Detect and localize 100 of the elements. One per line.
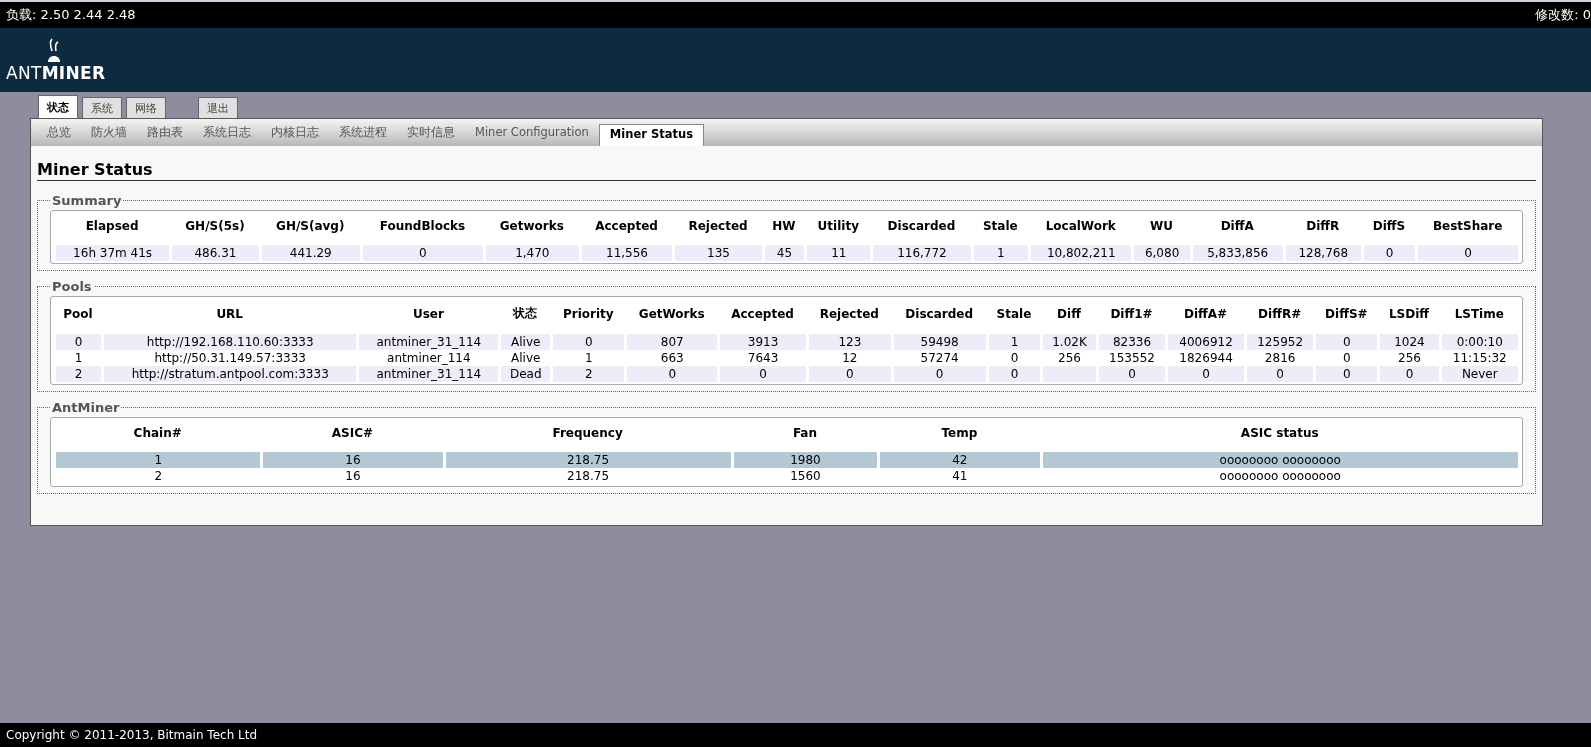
- column-header: Accepted: [730, 305, 795, 323]
- table-cell: 0: [626, 366, 718, 382]
- table-cell: 1: [55, 452, 261, 468]
- table-cell: antminer_31_114: [358, 366, 499, 382]
- logo-text: ANTMINER: [6, 63, 106, 83]
- column-header: GH/S(avg): [275, 218, 346, 235]
- column-header: Getworks: [498, 218, 565, 235]
- table-cell: 0: [552, 334, 625, 350]
- main-tab[interactable]: 退出: [198, 97, 238, 118]
- table-cell: 116,772: [872, 245, 971, 261]
- sub-tab[interactable]: 实时信息: [397, 124, 465, 146]
- table-cell: 125952: [1245, 334, 1314, 350]
- sub-tab[interactable]: 防火墙: [81, 124, 137, 146]
- table-cell: 0: [361, 245, 484, 261]
- column-header: Discarded: [904, 305, 974, 323]
- column-header: DiffA#: [1183, 305, 1229, 323]
- table-cell: 0: [892, 366, 986, 382]
- sub-tab[interactable]: 总览: [37, 124, 81, 146]
- sub-tab[interactable]: 系统进程: [329, 124, 397, 146]
- table-cell: 11: [806, 245, 871, 261]
- column-header: Utility: [816, 218, 860, 235]
- column-header: Diff1#: [1109, 305, 1154, 323]
- table-cell: 0:00:10: [1440, 334, 1518, 350]
- table-cell: http://192.168.110.60:3333: [103, 334, 357, 350]
- table-cell: 0: [1417, 245, 1518, 261]
- load-average: 负载: 2.50 2.44 2.48: [6, 6, 136, 24]
- column-header: User: [411, 305, 445, 323]
- column-header: DiffR#: [1257, 305, 1303, 323]
- column-header: Stale: [995, 305, 1033, 323]
- table-cell: 4006912: [1167, 334, 1244, 350]
- table-cell: 2: [552, 366, 625, 382]
- column-header: Diff: [1056, 305, 1082, 323]
- column-header: LSTime: [1453, 305, 1505, 323]
- column-header: GH/S(5s): [184, 218, 246, 235]
- table-cell: 0: [719, 366, 807, 382]
- copyright-text: Copyright © 2011-2013, Bitmain Tech Ltd: [6, 728, 258, 742]
- sub-tab[interactable]: 系统日志: [193, 124, 261, 146]
- sub-tab[interactable]: Miner Configuration: [465, 124, 599, 146]
- table-cell: 0: [1097, 366, 1166, 382]
- table-cell: 11,556: [580, 245, 673, 261]
- column-header: Elapsed: [84, 218, 140, 235]
- table-cell: 6,080: [1133, 245, 1190, 261]
- table-cell: 1.02K: [1042, 334, 1096, 350]
- column-header: FoundBlocks: [378, 218, 467, 235]
- main-tab[interactable]: 状态: [38, 95, 78, 118]
- table-cell: 1: [987, 334, 1041, 350]
- column-header: Stale: [981, 218, 1019, 235]
- table-cell: 0: [987, 366, 1041, 382]
- main-tab[interactable]: 网络: [126, 97, 166, 118]
- table-cell: 10,802,211: [1030, 245, 1132, 261]
- page-title: Miner Status: [37, 160, 1536, 181]
- table-cell: 218.75: [444, 452, 731, 468]
- column-header: Frequency: [551, 425, 624, 442]
- table-cell: 0: [1315, 334, 1378, 350]
- table-cell: Never: [1440, 366, 1518, 382]
- column-header: Fan: [791, 425, 818, 442]
- table-cell: Alive: [500, 334, 551, 350]
- section-title: Pools: [51, 279, 93, 294]
- sub-tab[interactable]: Miner Status: [598, 124, 704, 146]
- column-header: DiffS#: [1324, 305, 1369, 323]
- column-header: ASIC#: [330, 425, 375, 442]
- table-cell: oooooooo oooooooo: [1041, 452, 1518, 468]
- column-header: Discarded: [886, 218, 957, 235]
- column-header: URL: [215, 305, 244, 323]
- table-cell: 0: [1379, 366, 1439, 382]
- table-cell: 0: [1167, 366, 1244, 382]
- column-header: DiffS: [1371, 218, 1407, 235]
- sub-tab[interactable]: 路由表: [137, 124, 193, 146]
- table-cell: 5,833,856: [1191, 245, 1283, 261]
- column-header: LocalWork: [1044, 218, 1117, 235]
- table-cell: 2: [55, 366, 101, 382]
- column-header: 状态: [511, 305, 539, 322]
- table-cell: 3913: [719, 334, 807, 350]
- table-cell: 59498: [892, 334, 986, 350]
- changes-count: 修改数: 0: [1535, 6, 1591, 24]
- column-header: DiffR: [1305, 218, 1341, 235]
- column-header: Pool: [62, 305, 94, 323]
- table-cell: 16: [262, 452, 443, 468]
- column-header: Rejected: [687, 218, 749, 235]
- main-tab[interactable]: 系统: [82, 97, 122, 118]
- table-cell: 486.31: [171, 245, 259, 261]
- table-cell: 135: [674, 245, 762, 261]
- sub-tab[interactable]: 内核日志: [261, 124, 329, 146]
- table-cell: 1,470: [485, 245, 579, 261]
- column-header: BestShare: [1431, 218, 1504, 235]
- table-cell: 123: [808, 334, 891, 350]
- column-header: Chain#: [132, 425, 183, 442]
- table-cell: http://stratum.antpool.com:3333: [103, 366, 357, 382]
- table-cell: 0: [808, 366, 891, 382]
- table-cell: 45: [763, 245, 805, 261]
- table-cell: 128,768: [1284, 245, 1361, 261]
- table-cell: 16h 37m 41s: [55, 245, 170, 261]
- column-header: HW: [771, 218, 797, 235]
- column-header: WU: [1149, 218, 1175, 235]
- table-cell: 82336: [1097, 334, 1166, 350]
- table-cell: 1: [972, 245, 1028, 261]
- column-header: Priority: [561, 305, 615, 323]
- section-title: AntMiner: [51, 400, 121, 415]
- table-cell: 0: [1245, 366, 1314, 382]
- ant-logo-icon: [45, 37, 62, 63]
